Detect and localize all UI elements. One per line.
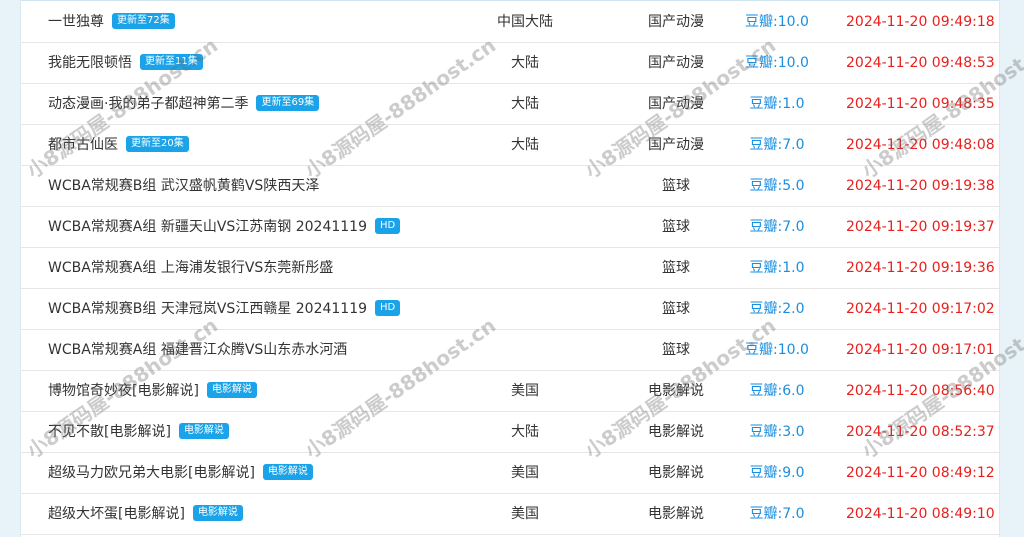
item-rating: 豆瓣:7.0	[749, 219, 805, 235]
list-item[interactable]: WCBA常规赛A组 上海浦发银行VS东莞新彤盛 篮球 豆瓣:1.0 2024-11-2…	[21, 248, 999, 289]
item-update-time: 2024-11-20 09:49:18	[846, 14, 995, 30]
item-title-link[interactable]: 超级大坏蛋[电影解说]	[48, 506, 185, 522]
list-item[interactable]: 我能无限顿悟 更新至11集 大陆 国产动漫 豆瓣:10.0 2024-11-20 09:4…	[21, 43, 999, 84]
item-title-cell: WCBA常规赛B组 天津冠岚VS江西赣星 20241119 HD	[48, 289, 401, 329]
item-title-link[interactable]: 我能无限顿悟	[48, 55, 132, 71]
item-category: 电影解说	[648, 383, 704, 399]
item-category: 国产动漫	[648, 96, 704, 112]
update-badge: HD	[375, 300, 401, 316]
item-update-time: 2024-11-20 09:19:37	[846, 219, 995, 235]
update-badge: HD	[375, 218, 401, 234]
item-title-cell: WCBA常规赛A组 福建晋江众腾VS山东赤水河酒	[48, 330, 347, 370]
item-title-cell: 不见不散[电影解说] 电影解说	[48, 412, 229, 452]
list-item[interactable]: 超级大坏蛋[电影解说] 电影解说 美国 电影解说 豆瓣:7.0 2024-11-20 08…	[21, 494, 999, 535]
item-title-link[interactable]: 一世独尊	[48, 14, 104, 30]
item-rating: 豆瓣:9.0	[749, 465, 805, 481]
item-title-link[interactable]: WCBA常规赛A组 福建晋江众腾VS山东赤水河酒	[48, 342, 347, 358]
item-title-cell: 超级马力欧兄弟大电影[电影解说] 电影解说	[48, 453, 313, 493]
item-area: 美国	[511, 465, 539, 481]
item-title-link[interactable]: WCBA常规赛A组 上海浦发银行VS东莞新彤盛	[48, 260, 333, 276]
list-item[interactable]: WCBA常规赛A组 福建晋江众腾VS山东赤水河酒 篮球 豆瓣:10.0 2024-11…	[21, 330, 999, 371]
item-category: 篮球	[662, 260, 690, 276]
item-category: 篮球	[662, 178, 690, 194]
item-rating: 豆瓣:7.0	[749, 137, 805, 153]
item-rating: 豆瓣:2.0	[749, 301, 805, 317]
item-update-time: 2024-11-20 08:49:12	[846, 465, 995, 481]
item-rating: 豆瓣:3.0	[749, 424, 805, 440]
item-area: 美国	[511, 506, 539, 522]
item-title-link[interactable]: 超级马力欧兄弟大电影[电影解说]	[48, 465, 255, 481]
item-area: 美国	[511, 383, 539, 399]
item-area: 中国大陆	[497, 14, 553, 30]
item-update-time: 2024-11-20 08:56:40	[846, 383, 995, 399]
item-title-cell: WCBA常规赛B组 武汉盛帆黄鹤VS陕西天泽	[48, 166, 319, 206]
item-update-time: 2024-11-20 08:49:10	[846, 506, 995, 522]
item-update-time: 2024-11-20 09:17:02	[846, 301, 995, 317]
list-item[interactable]: 超级马力欧兄弟大电影[电影解说] 电影解说 美国 电影解说 豆瓣:9.0 2024-11-…	[21, 453, 999, 494]
item-title-cell: 超级大坏蛋[电影解说] 电影解说	[48, 494, 243, 534]
item-category: 篮球	[662, 342, 690, 358]
update-badge: 更新至11集	[140, 54, 203, 70]
item-category: 国产动漫	[648, 14, 704, 30]
item-area: 大陆	[511, 96, 539, 112]
list-item[interactable]: WCBA常规赛B组 天津冠岚VS江西赣星 20241119 HD 篮球 豆瓣:2.0 2…	[21, 289, 999, 330]
item-update-time: 2024-11-20 08:52:37	[846, 424, 995, 440]
item-update-time: 2024-11-20 09:48:53	[846, 55, 995, 71]
item-update-time: 2024-11-20 09:19:38	[846, 178, 995, 194]
list-item[interactable]: WCBA常规赛A组 新疆天山VS江苏南钢 20241119 HD 篮球 豆瓣:7.0 2…	[21, 207, 999, 248]
item-title-link[interactable]: 不见不散[电影解说]	[48, 424, 171, 440]
item-rating: 豆瓣:10.0	[745, 55, 809, 71]
item-title-link[interactable]: WCBA常规赛B组 武汉盛帆黄鹤VS陕西天泽	[48, 178, 319, 194]
item-rating: 豆瓣:7.0	[749, 506, 805, 522]
item-title-cell: 博物馆奇妙夜[电影解说] 电影解说	[48, 371, 257, 411]
update-list: 一世独尊 更新至72集 中国大陆 国产动漫 豆瓣:10.0 2024-11-20 09:4…	[21, 2, 999, 535]
item-category: 电影解说	[648, 465, 704, 481]
item-category: 篮球	[662, 301, 690, 317]
item-update-time: 2024-11-20 09:48:08	[846, 137, 995, 153]
update-badge: 更新至72集	[112, 13, 175, 29]
list-item[interactable]: WCBA常规赛B组 武汉盛帆黄鹤VS陕西天泽 篮球 豆瓣:5.0 2024-11-20…	[21, 166, 999, 207]
item-title-cell: 都市古仙医 更新至20集	[48, 125, 189, 165]
list-item[interactable]: 都市古仙医 更新至20集 大陆 国产动漫 豆瓣:7.0 2024-11-20 09:48:…	[21, 125, 999, 166]
item-rating: 豆瓣:10.0	[745, 342, 809, 358]
item-update-time: 2024-11-20 09:17:01	[846, 342, 995, 358]
item-title-link[interactable]: 都市古仙医	[48, 137, 118, 153]
item-title-link[interactable]: 博物馆奇妙夜[电影解说]	[48, 383, 199, 399]
list-item[interactable]: 动态漫画·我的弟子都超神第二季 更新至69集 大陆 国产动漫 豆瓣:1.0 2024-11…	[21, 84, 999, 125]
item-category: 电影解说	[648, 424, 704, 440]
item-category: 国产动漫	[648, 55, 704, 71]
update-badge: 更新至20集	[126, 136, 189, 152]
list-item[interactable]: 不见不散[电影解说] 电影解说 大陆 电影解说 豆瓣:3.0 2024-11-20 08:…	[21, 412, 999, 453]
item-category: 电影解说	[648, 506, 704, 522]
item-update-time: 2024-11-20 09:48:35	[846, 96, 995, 112]
item-area: 大陆	[511, 137, 539, 153]
item-rating: 豆瓣:10.0	[745, 14, 809, 30]
item-title-link[interactable]: WCBA常规赛B组 天津冠岚VS江西赣星 20241119	[48, 301, 367, 317]
item-title-cell: 动态漫画·我的弟子都超神第二季 更新至69集	[48, 84, 320, 124]
item-title-cell: 我能无限顿悟 更新至11集	[48, 43, 203, 83]
item-title-cell: WCBA常规赛A组 新疆天山VS江苏南钢 20241119 HD	[48, 207, 401, 247]
item-rating: 豆瓣:1.0	[749, 96, 805, 112]
update-badge: 电影解说	[192, 505, 243, 521]
item-update-time: 2024-11-20 09:19:36	[846, 260, 995, 276]
item-category: 国产动漫	[648, 137, 704, 153]
update-badge: 电影解说	[178, 423, 229, 439]
top-divider	[21, 0, 999, 1]
list-item[interactable]: 一世独尊 更新至72集 中国大陆 国产动漫 豆瓣:10.0 2024-11-20 09:4…	[21, 2, 999, 43]
item-title-cell: WCBA常规赛A组 上海浦发银行VS东莞新彤盛	[48, 248, 333, 288]
item-rating: 豆瓣:1.0	[749, 260, 805, 276]
update-badge: 电影解说	[262, 464, 313, 480]
item-title-link[interactable]: 动态漫画·我的弟子都超神第二季	[48, 96, 248, 112]
item-category: 篮球	[662, 219, 690, 235]
list-item[interactable]: 博物馆奇妙夜[电影解说] 电影解说 美国 电影解说 豆瓣:6.0 2024-11-20 0…	[21, 371, 999, 412]
update-list-panel: 一世独尊 更新至72集 中国大陆 国产动漫 豆瓣:10.0 2024-11-20 09:4…	[20, 0, 1000, 537]
item-title-link[interactable]: WCBA常规赛A组 新疆天山VS江苏南钢 20241119	[48, 219, 367, 235]
item-title-cell: 一世独尊 更新至72集	[48, 2, 175, 42]
update-badge: 电影解说	[206, 382, 257, 398]
item-rating: 豆瓣:5.0	[749, 178, 805, 194]
item-rating: 豆瓣:6.0	[749, 383, 805, 399]
update-badge: 更新至69集	[256, 95, 320, 111]
item-area: 大陆	[511, 55, 539, 71]
item-area: 大陆	[511, 424, 539, 440]
